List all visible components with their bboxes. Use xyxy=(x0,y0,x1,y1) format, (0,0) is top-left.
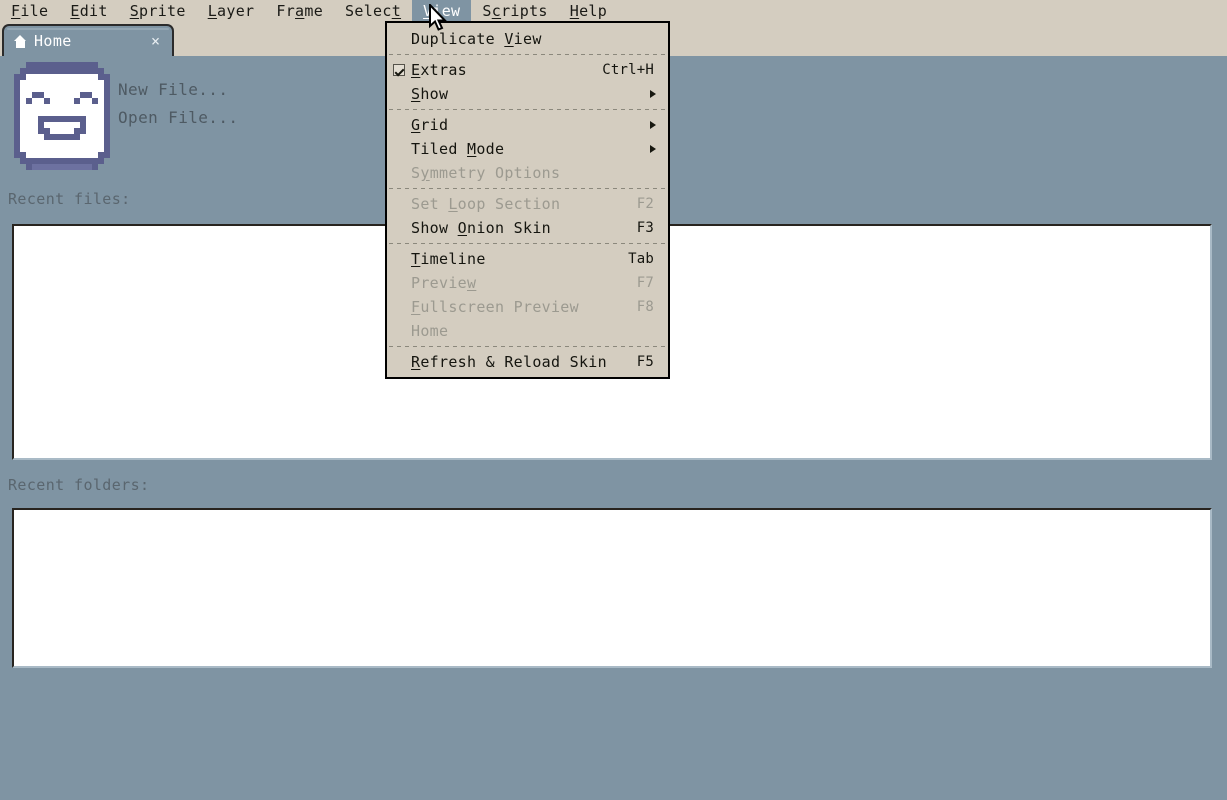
menu-item-label: Timeline xyxy=(411,250,486,268)
checkbox-checked-icon xyxy=(393,64,405,76)
menu-item-symmetry-options: Symmetry Options xyxy=(387,161,668,185)
menu-item-show-onion-skin[interactable]: Show Onion Skin F3 xyxy=(387,216,668,240)
tab-home[interactable]: Home × xyxy=(2,24,174,56)
menu-item-home: Home xyxy=(387,319,668,343)
menubar-item-layer[interactable]: Layer xyxy=(197,0,266,22)
aseprite-ghost-logo xyxy=(14,62,110,172)
menubar-item-scripts[interactable]: Sc ripts xyxy=(471,0,558,22)
menu-item-label: Extras xyxy=(411,61,467,79)
menu-item-label: Duplicate View xyxy=(411,30,542,48)
open-file-link[interactable]: Open File... xyxy=(118,104,238,132)
menu-separator xyxy=(387,343,668,350)
menu-item-preview: Preview F7 xyxy=(387,271,668,295)
menu-bar: File Edit Sprite Layer Fr a me Selec t View Sc ript… xyxy=(0,0,1227,22)
menu-item-label: Preview xyxy=(411,274,477,292)
menu-item-show[interactable]: Show xyxy=(387,82,668,106)
menubar-item-view[interactable]: View xyxy=(412,0,472,22)
menu-item-label: Home xyxy=(411,322,449,340)
chevron-right-icon xyxy=(650,145,656,153)
menu-item-extras[interactable]: Extras Ctrl+H xyxy=(387,58,668,82)
menu-item-shortcut: F8 xyxy=(636,299,654,315)
menu-separator xyxy=(387,240,668,247)
menubar-item-sprite[interactable]: Sprite xyxy=(119,0,197,22)
menu-item-shortcut: F5 xyxy=(636,354,654,370)
menu-item-shortcut: F3 xyxy=(636,220,654,236)
menu-item-fullscreen-preview: Fullscreen Preview F8 xyxy=(387,295,668,319)
menu-separator xyxy=(387,106,668,113)
home-icon xyxy=(14,34,27,48)
menu-item-duplicate-view[interactable]: Duplicate View xyxy=(387,27,668,51)
menu-item-label: Fullscreen Preview xyxy=(411,298,579,316)
tab-home-label: Home xyxy=(34,32,72,50)
menu-item-refresh-reload-skin[interactable]: Refresh & Reload Skin F5 xyxy=(387,350,668,374)
menu-item-grid[interactable]: Grid xyxy=(387,113,668,137)
tab-close-icon[interactable]: × xyxy=(147,32,164,50)
chevron-right-icon xyxy=(650,90,656,98)
menu-item-shortcut: F2 xyxy=(636,196,654,212)
menu-item-set-loop-section: Set Loop Section F2 xyxy=(387,192,668,216)
menu-separator xyxy=(387,51,668,58)
menu-item-shortcut: F7 xyxy=(636,275,654,291)
menubar-item-edit[interactable]: Edit xyxy=(59,0,118,22)
recent-files-label: Recent files: xyxy=(8,190,131,208)
menu-item-label: Symmetry Options xyxy=(411,164,561,182)
menubar-item-help[interactable]: Help xyxy=(559,0,618,22)
tab-highlight xyxy=(7,28,169,30)
menu-item-label: Tiled Mode xyxy=(411,140,505,158)
menubar-item-select[interactable]: Selec t xyxy=(334,0,412,22)
menu-item-label: Grid xyxy=(411,116,449,134)
recent-folders-list[interactable] xyxy=(12,508,1212,668)
new-file-link[interactable]: New File... xyxy=(118,76,228,104)
menu-item-label: Refresh & Reload Skin xyxy=(411,353,607,371)
menu-separator xyxy=(387,185,668,192)
menu-item-label: Set Loop Section xyxy=(411,195,561,213)
menu-item-label: Show Onion Skin xyxy=(411,219,551,237)
menu-item-tiled-mode[interactable]: Tiled Mode xyxy=(387,137,668,161)
quick-links: New File... Open File... xyxy=(118,76,238,132)
menu-item-shortcut: Ctrl+H xyxy=(602,62,654,78)
menu-item-label: Show xyxy=(411,85,449,103)
menubar-item-frame[interactable]: Fr a me xyxy=(265,0,334,22)
view-dropdown-menu: Duplicate View Extras Ctrl+H Show Grid Tiled … xyxy=(385,21,670,379)
recent-folders-label: Recent folders: xyxy=(8,476,150,494)
chevron-right-icon xyxy=(650,121,656,129)
menu-item-shortcut: Tab xyxy=(628,251,654,267)
menu-item-timeline[interactable]: Timeline Tab xyxy=(387,247,668,271)
menubar-item-file[interactable]: File xyxy=(0,0,59,22)
